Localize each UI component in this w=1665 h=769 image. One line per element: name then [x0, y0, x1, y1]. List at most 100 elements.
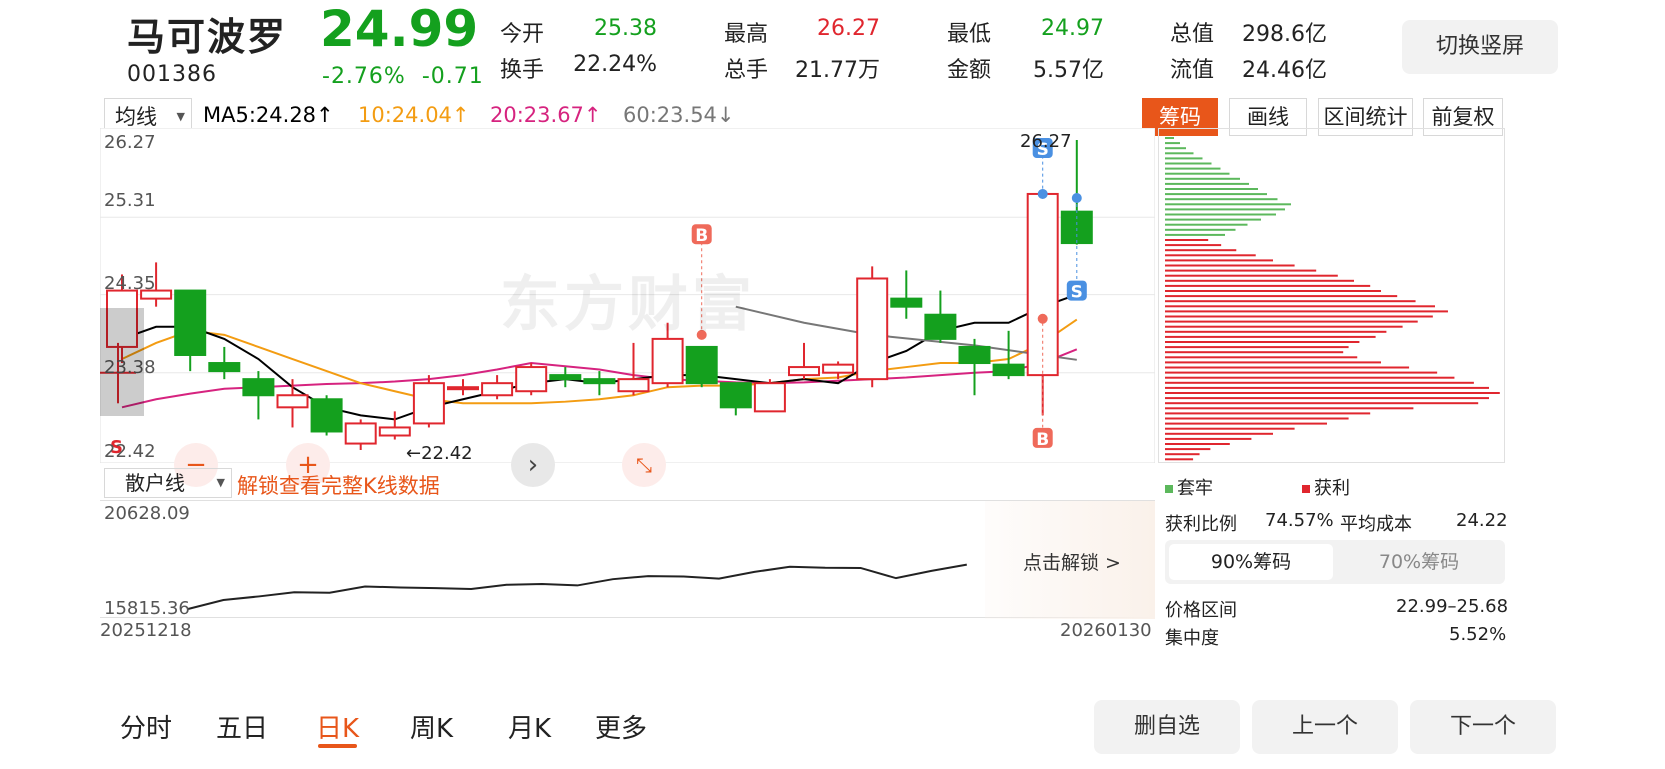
chip-bar-trapped: [1165, 193, 1267, 196]
chip-bar-profit: [1165, 274, 1338, 277]
candle-body: [174, 289, 207, 356]
candle-body: [719, 382, 752, 409]
chip-bar-trapped: [1165, 213, 1276, 216]
unlock-hint-link[interactable]: 解锁查看完整K线数据: [237, 470, 440, 500]
chip-bar-profit: [1165, 290, 1381, 292]
chip-bar-trapped: [1165, 188, 1258, 190]
chip-bar-profit: [1165, 244, 1222, 247]
date-end: 20260130: [1060, 620, 1152, 641]
legend-trapped-label: 套牢: [1177, 478, 1213, 499]
unlock-overlay[interactable]: 点击解锁 >: [985, 501, 1155, 619]
chip-bar-profit: [1165, 295, 1398, 298]
price-change: -2.76% -0.71: [322, 64, 484, 89]
chip-bar-profit: [1165, 259, 1273, 262]
ma-select-label: 均线: [115, 105, 157, 129]
avg-cost-value: 24.22: [1456, 510, 1508, 531]
tab-90-chip[interactable]: 90%筹码: [1169, 544, 1333, 580]
low-price-label: ←22.42: [406, 443, 473, 464]
candle-body: [753, 382, 786, 413]
candle-body: [447, 386, 479, 391]
candle-body: [651, 337, 684, 385]
candle: [515, 363, 548, 396]
chip-histogram: [1165, 137, 1500, 461]
y-label-3: 24.35: [104, 273, 156, 294]
chip-bar-profit: [1165, 346, 1349, 349]
candle-body: [310, 398, 343, 433]
price-range-value: 22.99–25.68: [1396, 596, 1509, 617]
chip-bar-profit: [1165, 356, 1358, 359]
chip-bar-profit: [1165, 269, 1317, 272]
chip-bar-trapped: [1165, 167, 1221, 170]
stock-code: 001386: [127, 62, 217, 87]
stat-label-1: 最高: [724, 22, 769, 47]
chip-bar-profit: [1165, 427, 1295, 430]
legend-trapped: 套牢: [1165, 474, 1213, 500]
sub-top-value: 20628.09: [104, 503, 190, 524]
buy-signal-badge-label: B: [1036, 430, 1049, 450]
chip-bar-profit: [1165, 458, 1194, 461]
chip-bar-profit: [1165, 249, 1237, 252]
candle-body: [344, 422, 377, 445]
chevron-right-icon[interactable]: ›: [511, 443, 555, 487]
ma10-value: 10:24.04↑: [358, 103, 470, 127]
chip-bar-profit: [1165, 335, 1376, 338]
stat-value-0: 25.38: [594, 16, 657, 41]
chip-bar-profit: [1165, 320, 1418, 323]
candle-body: [890, 297, 923, 308]
stat-label-4: 换手: [500, 58, 545, 83]
stat-value-7: 24.46亿: [1242, 58, 1327, 83]
chip-bar-profit: [1165, 386, 1489, 389]
tab-1[interactable]: 五日: [216, 708, 268, 745]
y-label-bottom: 22.42: [104, 441, 156, 462]
candle-body: [208, 362, 241, 373]
chip-bar-profit: [1165, 443, 1230, 445]
y-label-2: 25.31: [104, 190, 156, 211]
chip-bar-profit: [1165, 315, 1433, 318]
chip-bar-trapped: [1165, 223, 1248, 226]
unlock-button[interactable]: 点击解锁 >: [1023, 548, 1121, 575]
candle: [753, 379, 786, 413]
tab-70-chip[interactable]: 70%筹码: [1337, 544, 1501, 580]
profit-ratio-value: 74.57%: [1265, 510, 1334, 531]
switch-portrait-button[interactable]: 切换竖屏: [1402, 20, 1558, 74]
remove-watchlist-button[interactable]: 删自选: [1094, 700, 1240, 754]
stat-value-1: 26.27: [817, 16, 880, 41]
chip-bar-profit: [1165, 422, 1327, 425]
stat-value-2: 24.97: [1041, 16, 1104, 41]
chip-bar-trapped: [1165, 198, 1278, 201]
chip-bar-trapped: [1165, 208, 1285, 211]
chip-bar-profit: [1165, 448, 1211, 451]
tab-4[interactable]: 月K: [508, 708, 551, 745]
collapse-icon[interactable]: ⤡: [622, 443, 666, 487]
tab-3[interactable]: 周K: [410, 708, 453, 745]
high-price-label: 26.27: [1020, 131, 1072, 152]
candle-body: [549, 374, 582, 381]
candle-body: [856, 277, 889, 381]
sub-indicator-label: 散户线: [125, 471, 185, 495]
change-amount: -0.71: [421, 64, 484, 89]
tab-0[interactable]: 分时: [120, 708, 172, 745]
next-stock-button[interactable]: 下一个: [1410, 700, 1556, 754]
candle-body: [378, 426, 411, 437]
tab-5[interactable]: 更多: [595, 708, 647, 745]
active-tab-underline: [318, 744, 358, 748]
chip-bar-trapped: [1165, 228, 1236, 231]
candle: [412, 375, 445, 428]
stat-value-4: 22.24%: [573, 52, 657, 77]
chip-bar-profit: [1165, 341, 1360, 343]
chip-bar-trapped: [1165, 157, 1203, 160]
candle-body: [788, 366, 820, 377]
tab-2[interactable]: 日K: [316, 708, 359, 748]
chip-distribution: [1158, 128, 1505, 463]
chip-bar-profit: [1165, 417, 1349, 420]
concentration-label: 集中度: [1165, 628, 1219, 649]
chip-bar-profit: [1165, 437, 1252, 440]
prev-stock-button[interactable]: 上一个: [1252, 700, 1398, 754]
candle-body: [958, 345, 991, 365]
kline-chart-area[interactable]: BBSSS 东方财富 26.27 25.31 24.35 23.38 22.42…: [100, 128, 1155, 464]
stat-label-6: 金额: [947, 58, 992, 83]
chip-bar-trapped: [1165, 172, 1230, 175]
chip-bar-trapped: [1165, 203, 1291, 206]
sub-indicator-select[interactable]: 散户线 ▼: [104, 468, 232, 498]
chip-bar-profit: [1165, 366, 1410, 369]
